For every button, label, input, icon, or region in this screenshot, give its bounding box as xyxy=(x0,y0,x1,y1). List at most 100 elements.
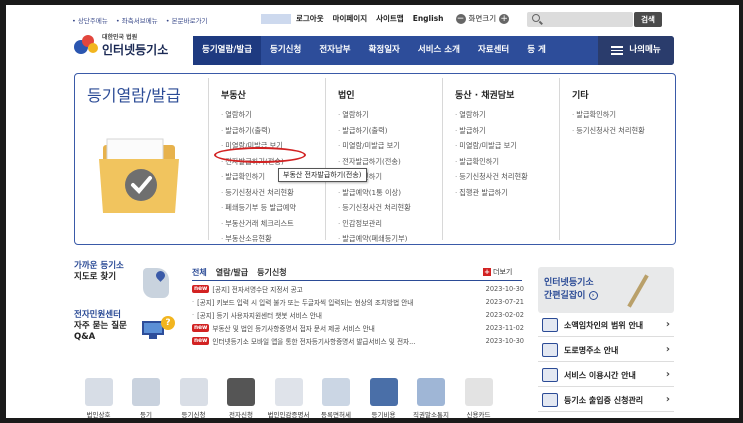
menu-item[interactable]: 전자발급하기(전송) xyxy=(338,154,442,170)
arrow-circle-icon: › xyxy=(588,291,598,300)
notice-row[interactable]: new [공지] 전자서명수단 지정서 공고 2023-10-30 xyxy=(192,282,524,295)
menu-item[interactable]: 등기신청사건 처리현황 xyxy=(572,123,676,139)
browser-viewport: • 상단주메뉴 • 좌측서브메뉴 • 본문바로가기 로그아웃 마이페이지 사이트… xyxy=(6,5,739,418)
menu-item[interactable]: 열람하기 xyxy=(338,107,442,123)
menu-item[interactable]: 열람하기 xyxy=(221,107,325,123)
logo-subtitle: 대한민국 법원 xyxy=(102,34,138,41)
zoom-out-icon[interactable]: − xyxy=(455,13,466,24)
quick-link-access-pass[interactable]: 등기소 출입증 신청관리 › xyxy=(538,389,674,412)
quick-label: 도로명주소 안내 xyxy=(564,345,619,355)
pen-icon xyxy=(227,378,255,406)
logout-link[interactable]: 로그아웃 xyxy=(296,13,324,24)
highlight-ring xyxy=(214,147,306,163)
search-input[interactable] xyxy=(527,12,633,27)
service-license-tax[interactable]: 등록면허세 xyxy=(314,378,359,418)
notice-date: 2023-10-30 xyxy=(485,284,524,293)
notice-date: 2023-07-21 xyxy=(485,297,524,306)
logo-title: 인터넷등기소 xyxy=(102,43,169,57)
near-registry-line2: 지도로 찾기 xyxy=(74,272,117,282)
notice-title: 부동산 및 법인 등기사항증명서 접자 문서 제공 서비스 안내 xyxy=(212,324,375,333)
service-seal-cert[interactable]: 법인인감증명서 xyxy=(266,378,311,418)
nav-item-epayment[interactable]: 전자납부 xyxy=(310,36,359,65)
nav-item-service-intro[interactable]: 서비스 소개 xyxy=(409,36,469,65)
nav-item-registry-view[interactable]: 등기열람/발급 xyxy=(193,36,262,65)
menu-item[interactable]: 발급예약(폐쇄등기부) xyxy=(338,231,442,247)
english-link[interactable]: English xyxy=(413,14,444,23)
tooltip: 부동산 전자발급하기(전송) xyxy=(278,168,367,182)
e-center-link[interactable]: 전자민원센터 자주 묻는 질문 Q&A xyxy=(74,310,127,343)
more-link[interactable]: + 더보기 xyxy=(483,267,512,277)
menu-item[interactable]: 부동산소유현황 xyxy=(221,231,325,247)
nav-item-registry-apply[interactable]: 등기신청 xyxy=(261,36,310,65)
chevron-right-icon: › xyxy=(665,394,670,405)
service-cost[interactable]: 등기비용 xyxy=(361,378,406,418)
tab-registry-apply[interactable]: 등기신청 xyxy=(257,267,286,278)
folder-check-icon xyxy=(99,138,179,213)
menu-item[interactable]: 폐쇄등기부 등 발급예약 xyxy=(221,200,325,216)
menu-item[interactable]: 부동산거래 체크리스트 xyxy=(221,216,325,232)
computer-stand xyxy=(149,335,157,339)
menu-item[interactable]: 발급하기 xyxy=(455,123,559,139)
service-credit-card[interactable]: 신용카드 xyxy=(456,378,501,418)
service-apply[interactable]: 등기신청 xyxy=(171,378,216,418)
magnifier-icon xyxy=(84,378,113,406)
chevron-right-icon: › xyxy=(665,344,670,355)
quick-link-small-tenant[interactable]: 소액임차인의 범위 안내 › xyxy=(538,314,674,337)
menu-col-title: 부동산 xyxy=(221,91,246,101)
site-logo[interactable]: 대한민국 법원 인터넷등기소 xyxy=(72,32,168,58)
nav-item-data-center[interactable]: 자료센터 xyxy=(469,36,518,65)
my-menu-label: 나의메뉴 xyxy=(629,45,661,55)
id-card-icon xyxy=(542,393,558,407)
menu-item[interactable]: 발급예약(1통 이상) xyxy=(338,185,442,201)
quick-link-service-hours[interactable]: 서비스 이용시간 안내 › xyxy=(538,364,674,387)
menu-item[interactable]: 발급하기(출력) xyxy=(338,123,442,139)
menu-item[interactable]: 등기신청사건 처리현황 xyxy=(455,169,559,185)
menu-item[interactable]: 발급확인하기 xyxy=(455,154,559,170)
skip-link-left-menu[interactable]: • 좌측서브메뉴 xyxy=(116,17,158,25)
court-logo-icon xyxy=(72,32,102,58)
notice-row[interactable]: · [공지] 키보드 입력 시 입력 불가 또는 두글자씩 입력되는 현상의 조… xyxy=(192,295,524,308)
my-menu-button[interactable]: 나의메뉴 xyxy=(598,36,674,65)
new-badge: new xyxy=(192,323,210,332)
zoom-in-icon[interactable]: + xyxy=(499,13,510,24)
nav-item-fixed-date[interactable]: 확정일자 xyxy=(360,36,409,65)
service-e-apply[interactable]: 전자신청 xyxy=(219,378,264,418)
skip-link-content[interactable]: • 본문바로가기 xyxy=(166,17,208,25)
menu-item[interactable]: 인감정보관리 xyxy=(338,216,442,232)
more-label: 더보기 xyxy=(493,268,513,276)
document-icon xyxy=(132,378,160,406)
quick-label: 등기소 출입증 신청관리 xyxy=(564,395,644,405)
easy-guide-banner[interactable]: 인터넷등기소 간편길잡이 › xyxy=(538,267,674,313)
receipt-won-icon xyxy=(464,378,493,406)
menu-item[interactable]: 등기신청사건 처리현황 xyxy=(221,185,325,201)
hamburger-icon xyxy=(611,46,624,55)
menu-item[interactable]: 미열람/미발급 보기 xyxy=(455,138,559,154)
menu-item[interactable]: 미열람/미발급 보기 xyxy=(338,138,442,154)
nav-item-board[interactable]: 등 게 xyxy=(518,36,555,65)
notice-row[interactable]: · [공지] 등기 사용자지원센터 챗봇 서비스 안내 2023-02-02 xyxy=(192,308,524,321)
plus-icon: + xyxy=(483,268,491,276)
notice-title: [공지] 전자서명수단 지정서 공고 xyxy=(212,285,303,294)
tab-all[interactable]: 전체 xyxy=(192,267,207,278)
service-registry[interactable]: 등기 xyxy=(124,378,169,418)
menu-item[interactable]: 등기신청사건 처리현황 xyxy=(338,200,442,216)
faq-line1: 자주 묻는 질문 xyxy=(74,321,127,331)
menu-item[interactable]: 발급하기(출력) xyxy=(221,123,325,139)
service-corp-name[interactable]: 법인상호 xyxy=(76,378,121,418)
quick-link-road-address[interactable]: 도로명주소 안내 › xyxy=(538,339,674,362)
notice-row[interactable]: new 인터넷등기소 모바일 앱을 통한 전자등기사항증명서 발급서비스 및 전… xyxy=(192,334,524,347)
mypage-link[interactable]: 마이페이지 xyxy=(333,13,368,24)
notice-row[interactable]: new 부동산 및 법인 등기사항증명서 접자 문서 제공 서비스 안내 202… xyxy=(192,321,524,334)
near-registry-link[interactable]: 가까운 등기소 지도로 찾기 xyxy=(74,261,124,283)
menu-col-movable: 동산 · 채권담보 열람하기 발급하기 미열람/미발급 보기 발급확인하기 등기… xyxy=(442,78,559,240)
service-cancel-notice[interactable]: 직권말소통지 xyxy=(409,378,454,418)
search-button[interactable]: 검색 xyxy=(634,12,662,27)
menu-item[interactable]: 집행관 발급하기 xyxy=(455,185,559,201)
faq-line2: Q&A xyxy=(74,332,96,342)
sitemap-link[interactable]: 사이트맵 xyxy=(376,13,404,24)
tab-view-issue[interactable]: 열람/발급 xyxy=(216,267,248,278)
menu-item[interactable]: 열람하기 xyxy=(455,107,559,123)
menu-item[interactable]: 발급확인하기 xyxy=(572,107,676,123)
house-icon xyxy=(542,318,558,332)
skip-link-top-menu[interactable]: • 상단주메뉴 xyxy=(72,17,108,25)
